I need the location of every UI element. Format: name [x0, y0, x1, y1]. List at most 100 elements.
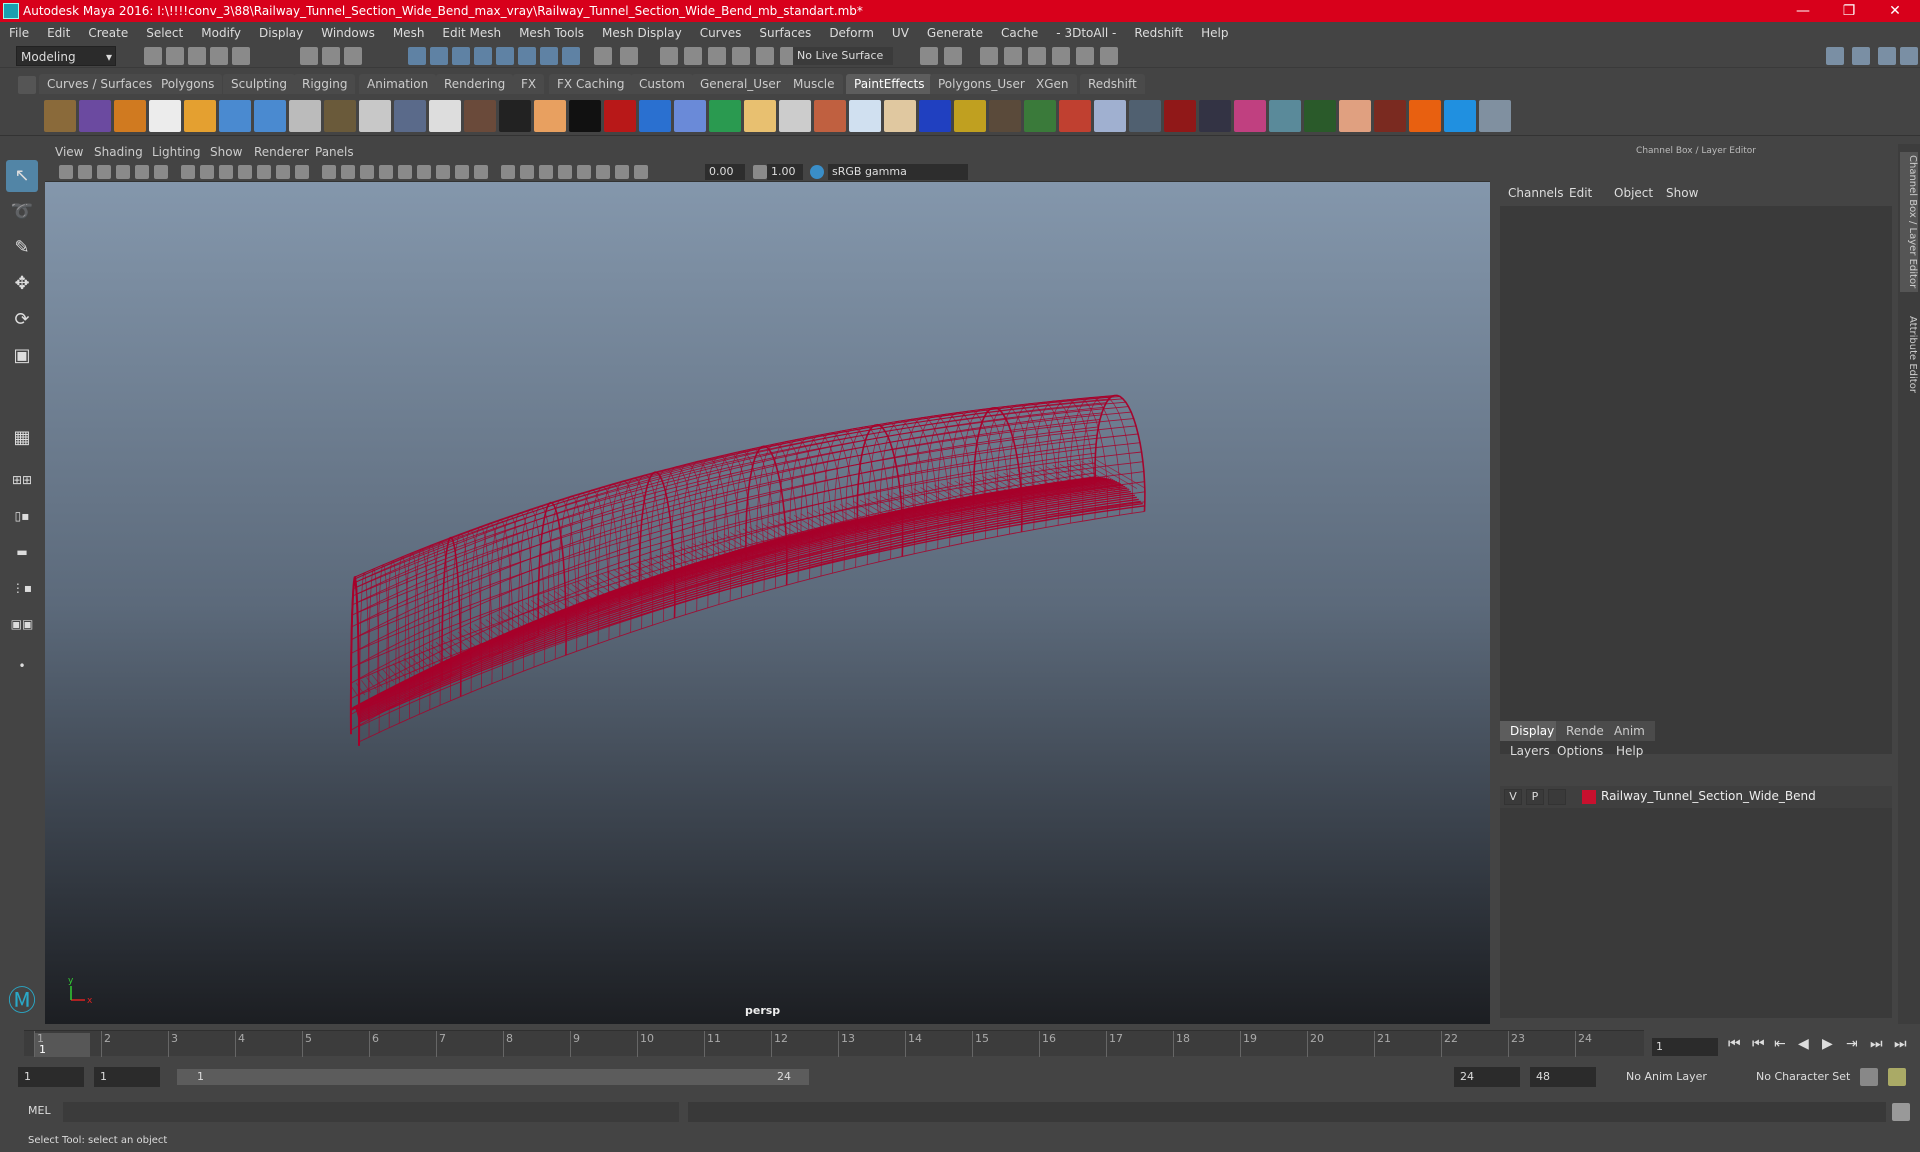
- paint-effects-brush-icon[interactable]: [184, 100, 216, 132]
- shelf-tab-rigging[interactable]: Rigging: [294, 74, 356, 94]
- viewport-tool-icon[interactable]: [558, 165, 572, 179]
- viewport-tool-icon[interactable]: [116, 165, 130, 179]
- viewport-menu-panels[interactable]: Panels: [315, 145, 354, 159]
- menu-select[interactable]: Select: [137, 26, 192, 40]
- status-tool-icon[interactable]: [210, 47, 228, 65]
- paint-effects-brush-icon[interactable]: [324, 100, 356, 132]
- viewport-tool-icon[interactable]: [539, 165, 553, 179]
- playback-button[interactable]: ◀: [1798, 1036, 1809, 1052]
- paint-effects-brush-icon[interactable]: [1444, 100, 1476, 132]
- viewport-tool-icon[interactable]: [322, 165, 336, 179]
- scale-tool-icon[interactable]: ▣: [6, 340, 38, 372]
- status-tool-icon[interactable]: [408, 47, 426, 65]
- move-tool-icon[interactable]: ✥: [6, 268, 38, 300]
- paint-effects-brush-icon[interactable]: [149, 100, 181, 132]
- command-input[interactable]: [63, 1102, 679, 1122]
- maximize-button[interactable]: ❐: [1826, 0, 1872, 22]
- menu-surfaces[interactable]: Surfaces: [750, 26, 820, 40]
- persp-graph-layout-icon[interactable]: ▬: [6, 536, 38, 568]
- time-slider-track[interactable]: 1 1 2 3 4 5 6 7 8 9 10 11 12 13 14 15 16 17 18 19 20 21 22 23 2…: [24, 1030, 1644, 1057]
- render-tool-icon[interactable]: [1052, 47, 1070, 65]
- viewport-tool-icon[interactable]: [154, 165, 168, 179]
- viewport-menu-show[interactable]: Show: [210, 145, 242, 159]
- paint-effects-brush-icon[interactable]: [114, 100, 146, 132]
- render-tool-icon[interactable]: [1028, 47, 1046, 65]
- menu-file[interactable]: File: [0, 26, 38, 40]
- menu-uv[interactable]: UV: [883, 26, 918, 40]
- select-tool-icon[interactable]: ↖: [6, 160, 38, 192]
- viewport-tool-icon[interactable]: [276, 165, 290, 179]
- status-tool-icon[interactable]: [322, 47, 340, 65]
- panel-toggle-icon[interactable]: [1826, 47, 1844, 65]
- viewport-tool-icon[interactable]: [200, 165, 214, 179]
- playback-button[interactable]: ⏮: [1752, 1036, 1765, 1052]
- layer-tab-display[interactable]: Display: [1500, 721, 1565, 741]
- playback-button[interactable]: ⏭: [1894, 1036, 1907, 1052]
- auto-key-icon[interactable]: [1860, 1068, 1878, 1086]
- status-tool-icon[interactable]: [518, 47, 536, 65]
- channel-box-menu-show[interactable]: Show: [1666, 186, 1698, 200]
- menu-create[interactable]: Create: [79, 26, 137, 40]
- layer-row[interactable]: V P Railway_Tunnel_Section_Wide_Bend: [1500, 786, 1892, 808]
- viewport-tool-icon[interactable]: [59, 165, 73, 179]
- layer-menu-help[interactable]: Help: [1616, 744, 1643, 758]
- shelf-tab-painteffects[interactable]: PaintEffects: [846, 74, 933, 94]
- status-tool-icon[interactable]: [660, 47, 678, 65]
- render-tool-icon[interactable]: [1076, 47, 1094, 65]
- paint-effects-brush-icon[interactable]: [1129, 100, 1161, 132]
- playback-end-field[interactable]: 24: [1454, 1067, 1520, 1087]
- shelf-tab-curves-surfaces[interactable]: Curves / Surfaces: [39, 74, 161, 94]
- playback-button[interactable]: ▶: [1822, 1036, 1833, 1052]
- menu-windows[interactable]: Windows: [312, 26, 384, 40]
- shelf-tab-redshift[interactable]: Redshift: [1080, 74, 1145, 94]
- status-tool-icon[interactable]: [562, 47, 580, 65]
- status-tool-icon[interactable]: [594, 47, 612, 65]
- perspective-viewport[interactable]: y x persp: [45, 182, 1490, 1024]
- status-tool-icon[interactable]: [496, 47, 514, 65]
- paint-effects-brush-icon[interactable]: [1269, 100, 1301, 132]
- paint-effects-brush-icon[interactable]: [219, 100, 251, 132]
- shelf-tab-fx[interactable]: FX: [513, 74, 545, 94]
- paint-effects-brush-icon[interactable]: [674, 100, 706, 132]
- color-management-icon[interactable]: [810, 165, 824, 179]
- status-tool-icon[interactable]: [166, 47, 184, 65]
- shelf-tab-polygons-user[interactable]: Polygons_User: [930, 74, 1033, 94]
- paint-effects-brush-icon[interactable]: [744, 100, 776, 132]
- status-tool-icon[interactable]: [620, 47, 638, 65]
- paint-effects-brush-icon[interactable]: [1199, 100, 1231, 132]
- lasso-tool-icon[interactable]: ➰: [6, 196, 38, 228]
- shelf-tab-muscle[interactable]: Muscle: [785, 74, 843, 94]
- status-tool-icon[interactable]: [344, 47, 362, 65]
- shelf-tab-fx-caching[interactable]: FX Caching: [549, 74, 633, 94]
- paint-effects-brush-icon[interactable]: [814, 100, 846, 132]
- channel-box-menu-channels[interactable]: Channels: [1508, 186, 1564, 200]
- character-set-dropdown[interactable]: No Character Set: [1752, 1067, 1864, 1087]
- status-tool-icon[interactable]: [300, 47, 318, 65]
- status-tool-icon[interactable]: [232, 47, 250, 65]
- viewport-tool-icon[interactable]: [596, 165, 610, 179]
- exposure-field[interactable]: 0.00: [705, 164, 745, 180]
- viewport-tool-icon[interactable]: [520, 165, 534, 179]
- shelf-tab-custom[interactable]: Custom: [631, 74, 693, 94]
- range-slider[interactable]: 1 24: [177, 1069, 809, 1085]
- side-tab-channel-box[interactable]: Channel Box / Layer Editor: [1900, 152, 1918, 292]
- paint-effects-brush-icon[interactable]: [884, 100, 916, 132]
- persp-outliner-layout-icon[interactable]: ▯▪: [6, 500, 38, 532]
- render-tool-icon[interactable]: [980, 47, 998, 65]
- paint-effects-brush-icon[interactable]: [849, 100, 881, 132]
- layer-reference-toggle[interactable]: [1548, 789, 1566, 805]
- shelf-tab-general-user[interactable]: General_User: [692, 74, 789, 94]
- paint-effects-brush-icon[interactable]: [79, 100, 111, 132]
- layer-visibility-toggle[interactable]: V: [1504, 789, 1522, 805]
- viewport-tool-icon[interactable]: [219, 165, 233, 179]
- layer-playback-toggle[interactable]: P: [1526, 789, 1544, 805]
- paint-effects-brush-icon[interactable]: [394, 100, 426, 132]
- status-tool-icon[interactable]: [732, 47, 750, 65]
- viewport-tool-icon[interactable]: [436, 165, 450, 179]
- paint-effects-brush-icon[interactable]: [1374, 100, 1406, 132]
- shelf-menu-icon[interactable]: [18, 76, 36, 94]
- viewport-tool-icon[interactable]: [398, 165, 412, 179]
- render-tool-icon[interactable]: [1004, 47, 1022, 65]
- viewport-tool-icon[interactable]: [257, 165, 271, 179]
- viewport-tool-icon[interactable]: [295, 165, 309, 179]
